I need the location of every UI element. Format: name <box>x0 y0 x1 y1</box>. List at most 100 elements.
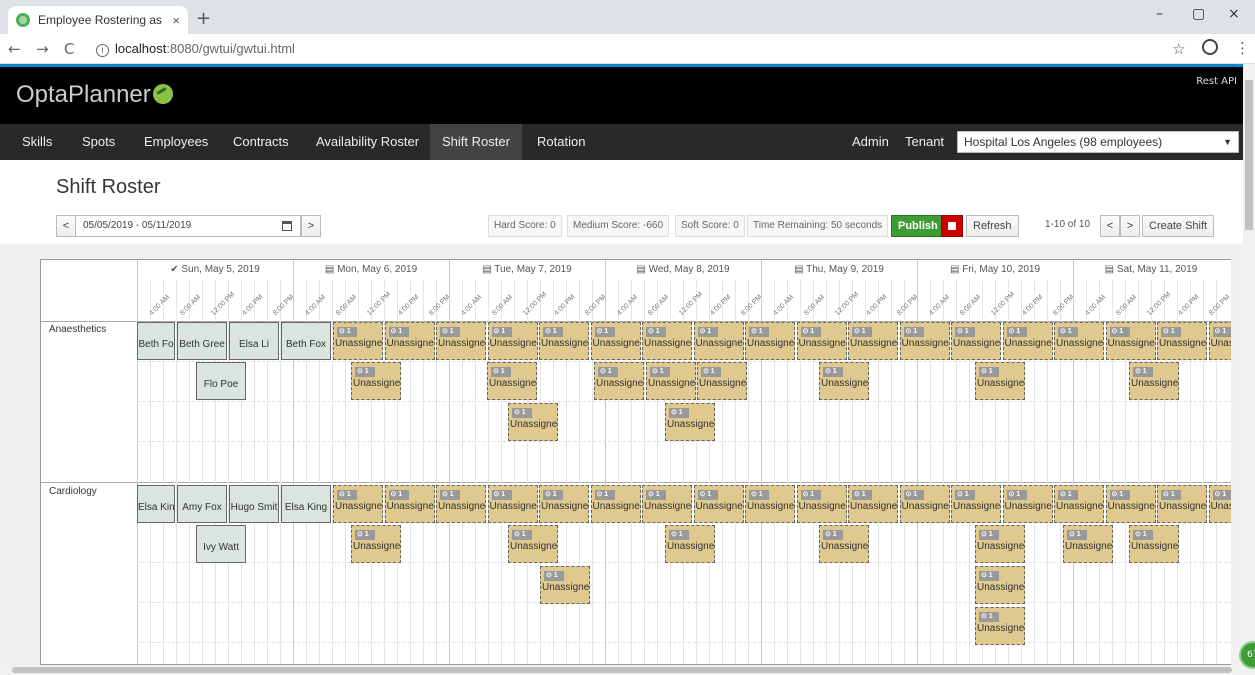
unassigned-shift[interactable]: ⊙ 1Unassigne <box>539 322 589 360</box>
nav-employees[interactable]: Employees <box>132 124 220 160</box>
nav-spots[interactable]: Spots <box>70 124 127 160</box>
unassigned-shift[interactable]: ⊙ 1Unassigne <box>351 525 401 563</box>
unassigned-shift[interactable]: ⊙ 1Unassigne <box>819 525 869 563</box>
unassigned-shift[interactable]: ⊙ 1Unassigne <box>333 322 383 360</box>
unassigned-shift[interactable]: ⊙ 1Unassigne <box>665 525 715 563</box>
url-field[interactable]: i localhost:8080/gwtui/gwtui.html <box>96 41 295 57</box>
next-week-button[interactable]: > <box>301 215 321 237</box>
unassigned-shift[interactable]: ⊙ 1Unassigne <box>436 322 486 360</box>
unassigned-shift[interactable]: ⊙ 1Unassigne <box>539 485 589 523</box>
unassigned-shift[interactable]: ⊙ 1Unassigne <box>697 362 747 400</box>
minimize-button[interactable]: – <box>1156 6 1163 22</box>
unassigned-shift[interactable]: ⊙ 1Unassigne <box>975 362 1025 400</box>
unassigned-shift[interactable]: ⊙ 1Unassigne <box>745 322 795 360</box>
assigned-shift[interactable]: Amy Fox <box>177 485 227 523</box>
unassigned-shift[interactable]: ⊙ 1Unassigne <box>646 362 696 400</box>
vertical-scrollbar-thumb[interactable] <box>1245 80 1253 230</box>
unassigned-shift[interactable]: ⊙ 1Unassigne <box>487 362 537 400</box>
unassigned-shift[interactable]: ⊙ 1Unassigne <box>487 322 538 360</box>
assigned-shift[interactable]: Beth Fox <box>281 322 331 360</box>
unassigned-shift[interactable]: ⊙ 1Unassigne <box>693 485 744 523</box>
unassigned-shift[interactable]: ⊙ 1Unassigne <box>351 362 401 400</box>
horizontal-scrollbar-thumb[interactable] <box>12 667 1232 673</box>
unassigned-shift[interactable]: ⊙ 1Unassigne <box>975 607 1025 645</box>
assigned-shift[interactable]: Hugo Smit <box>229 485 279 523</box>
stop-solving-button[interactable] <box>941 215 963 237</box>
back-button[interactable]: ← <box>8 40 21 58</box>
unassigned-shift[interactable]: ⊙ 1Unassigne <box>899 322 950 360</box>
assigned-shift[interactable]: Elsa Li <box>229 322 279 360</box>
assigned-shift[interactable]: Beth Fo <box>137 322 175 360</box>
browser-menu-icon[interactable]: ⋮ <box>1235 39 1250 57</box>
nav-skills[interactable]: Skills <box>10 124 64 160</box>
unassigned-shift[interactable]: ⊙ 1Unassigne <box>1002 485 1053 523</box>
unassigned-shift[interactable]: ⊙ 1Unassigne <box>1157 485 1207 523</box>
nav-shift-roster[interactable]: Shift Roster <box>430 124 522 160</box>
reload-button[interactable]: C <box>64 40 74 58</box>
refresh-button[interactable]: Refresh <box>966 215 1019 237</box>
prev-page-button[interactable]: < <box>1100 215 1120 237</box>
assigned-shift[interactable]: Ivy Watt <box>196 525 246 563</box>
publish-button[interactable]: Publish <box>891 215 945 237</box>
day-header[interactable]: ▤ Wed, May 8, 2019 <box>605 264 761 275</box>
maximize-button[interactable]: ▢ <box>1192 6 1205 22</box>
unassigned-shift[interactable]: ⊙ 1Unassigne <box>796 485 847 523</box>
unassigned-shift[interactable]: ⊙ 1Unassigne <box>848 485 898 523</box>
unassigned-shift[interactable]: ⊙ 1Unassigne <box>590 485 641 523</box>
assigned-shift[interactable]: Flo Poe <box>196 362 246 400</box>
day-header[interactable]: ▤ Mon, May 6, 2019 <box>293 264 449 275</box>
unassigned-shift[interactable]: ⊙ 1Unassigne <box>333 485 383 523</box>
unassigned-shift[interactable]: ⊙ 1Unassigne <box>1054 485 1104 523</box>
forward-button[interactable]: → <box>36 40 49 58</box>
unassigned-shift[interactable]: ⊙ 1Unassigne <box>594 362 644 400</box>
unassigned-shift[interactable]: ⊙ 1Unassigne <box>1054 322 1104 360</box>
browser-tab[interactable]: Employee Rostering as a Servi × <box>8 6 188 34</box>
nav-rotation[interactable]: Rotation <box>525 124 597 160</box>
create-shift-button[interactable]: Create Shift <box>1142 215 1215 237</box>
unassigned-shift[interactable]: ⊙ 1Unassigne <box>384 485 435 523</box>
unassigned-shift[interactable]: ⊙ 1Unassigne <box>796 322 847 360</box>
assigned-shift[interactable]: Elsa Kin <box>137 485 175 523</box>
nav-admin[interactable]: Admin <box>840 124 901 160</box>
unassigned-shift[interactable]: ⊙ 1Unassigne <box>590 322 641 360</box>
bookmark-star-icon[interactable]: ☆ <box>1172 40 1185 58</box>
info-icon[interactable]: i <box>96 44 109 57</box>
prev-week-button[interactable]: < <box>56 215 76 237</box>
unassigned-shift[interactable]: ⊙ 1Unassigne <box>540 566 590 604</box>
unassigned-shift[interactable]: ⊙ 1Unassigne <box>1129 362 1179 400</box>
tenant-select[interactable]: Hospital Los Angeles (98 employees) ▼ <box>957 131 1239 153</box>
new-tab-button[interactable]: + <box>196 8 211 29</box>
day-header[interactable]: ✔ Sun, May 5, 2019 <box>137 264 293 275</box>
unassigned-shift[interactable]: ⊙ 1Unassigne <box>1208 322 1231 360</box>
unassigned-shift[interactable]: ⊙ 1Unassigne <box>384 322 435 360</box>
calendar-icon[interactable] <box>282 221 292 231</box>
unassigned-shift[interactable]: ⊙ 1Unassigne <box>508 525 558 563</box>
unassigned-shift[interactable]: ⊙ 1Unassigne <box>951 485 1001 523</box>
unassigned-shift[interactable]: ⊙ 1Unassigne <box>899 485 950 523</box>
unassigned-shift[interactable]: ⊙ 1Unassigne <box>975 566 1025 604</box>
date-range-field[interactable]: 05/05/2019 - 05/11/2019 <box>75 215 301 237</box>
assigned-shift[interactable]: Elsa King <box>281 485 331 523</box>
unassigned-shift[interactable]: ⊙ 1Unassigne <box>1002 322 1053 360</box>
unassigned-shift[interactable]: ⊙ 1Unassigne <box>1129 525 1179 563</box>
unassigned-shift[interactable]: ⊙ 1Unassigne <box>508 403 558 441</box>
unassigned-shift[interactable]: ⊙ 1Unassigne <box>1063 525 1113 563</box>
unassigned-shift[interactable]: ⊙ 1Unassigne <box>642 322 692 360</box>
day-header[interactable]: ▤ Sat, May 11, 2019 <box>1073 264 1229 275</box>
assigned-shift[interactable]: Beth Gree <box>177 322 227 360</box>
day-header[interactable]: ▤ Fri, May 10, 2019 <box>917 264 1073 275</box>
profile-icon[interactable] <box>1202 39 1218 55</box>
unassigned-shift[interactable]: ⊙ 1Unassigne <box>848 322 898 360</box>
unassigned-shift[interactable]: ⊙ 1Unassigne <box>665 403 715 441</box>
unassigned-shift[interactable]: ⊙ 1Unassigne <box>819 362 869 400</box>
nav-availability-roster[interactable]: Availability Roster <box>304 124 431 160</box>
unassigned-shift[interactable]: ⊙ 1Unassigne <box>1208 485 1231 523</box>
unassigned-shift[interactable]: ⊙ 1Unassigne <box>487 485 538 523</box>
nav-contracts[interactable]: Contracts <box>221 124 301 160</box>
unassigned-shift[interactable]: ⊙ 1Unassigne <box>951 322 1001 360</box>
day-header[interactable]: ▤ Thu, May 9, 2019 <box>761 264 917 275</box>
rest-api-link[interactable]: Rest API <box>1196 76 1237 87</box>
unassigned-shift[interactable]: ⊙ 1Unassigne <box>975 525 1025 563</box>
tab-close-icon[interactable]: × <box>172 13 180 28</box>
unassigned-shift[interactable]: ⊙ 1Unassigne <box>1105 485 1156 523</box>
